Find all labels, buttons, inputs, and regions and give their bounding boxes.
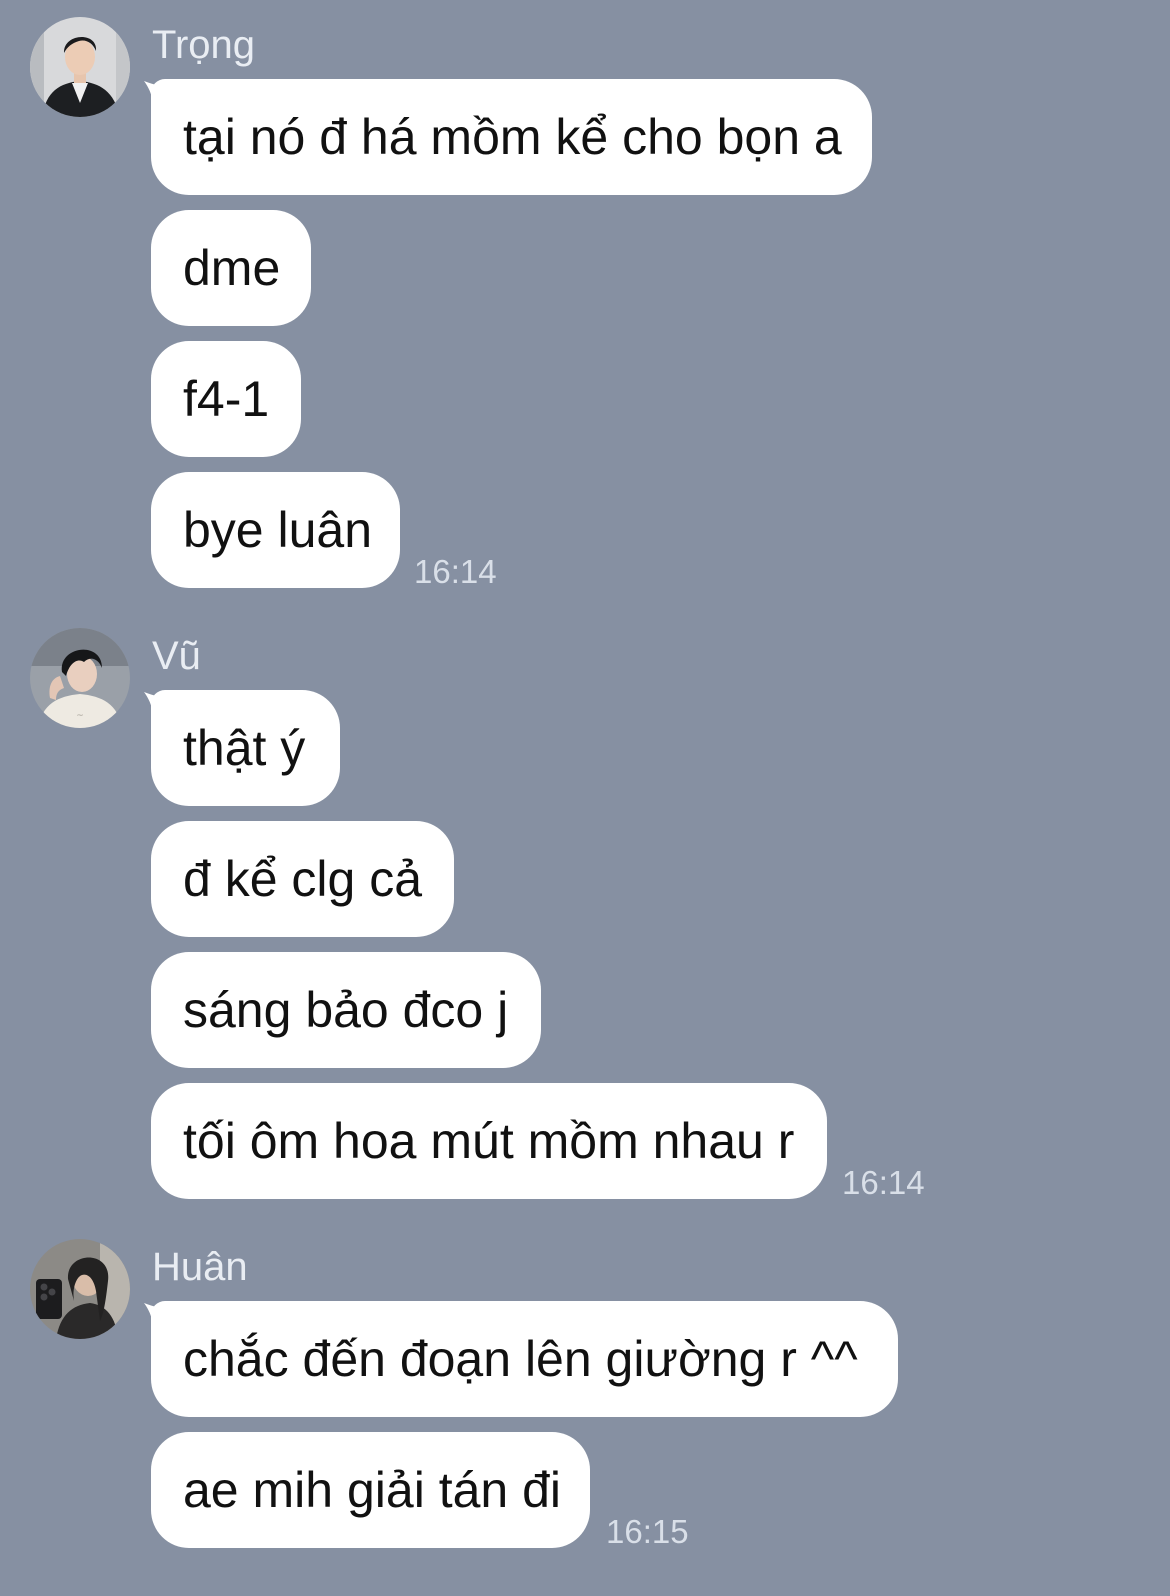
portrait-man-white-shirt-icon: ~	[30, 628, 130, 728]
message-bubble[interactable]: chắc đến đoạn lên giường r ^^	[151, 1301, 898, 1417]
sender-name: Vũ	[152, 634, 201, 678]
message-bubble[interactable]: thật ý	[151, 690, 340, 806]
avatar[interactable]	[30, 1239, 130, 1339]
portrait-man-dark-suit-icon	[30, 17, 130, 117]
message-bubble[interactable]: đ kể clg cả	[151, 821, 454, 937]
portrait-man-mirror-selfie-icon	[30, 1239, 130, 1339]
message-timestamp: 16:15	[606, 1513, 689, 1550]
sender-name: Huân	[152, 1245, 248, 1289]
message-bubble[interactable]: sáng bảo đco j	[151, 952, 541, 1068]
message-bubble[interactable]: bye luân	[151, 472, 400, 588]
svg-text:~: ~	[76, 711, 84, 721]
message-timestamp: 16:14	[414, 553, 497, 590]
message-bubble[interactable]: tại nó đ há mồm kể cho bọn a	[151, 79, 872, 195]
avatar[interactable]	[30, 17, 130, 117]
avatar[interactable]: ~	[30, 628, 130, 728]
message-bubble[interactable]: ae mih giải tán đi	[151, 1432, 590, 1548]
message-timestamp: 16:14	[842, 1164, 925, 1201]
message-bubble[interactable]: tối ôm hoa mút mồm nhau r	[151, 1083, 827, 1199]
chat-message-list[interactable]: Trọng tại nó đ há mồm kể cho bọn a dme f…	[0, 0, 1170, 1596]
sender-name: Trọng	[152, 23, 256, 67]
message-bubble[interactable]: dme	[151, 210, 311, 326]
message-bubble[interactable]: f4-1	[151, 341, 301, 457]
